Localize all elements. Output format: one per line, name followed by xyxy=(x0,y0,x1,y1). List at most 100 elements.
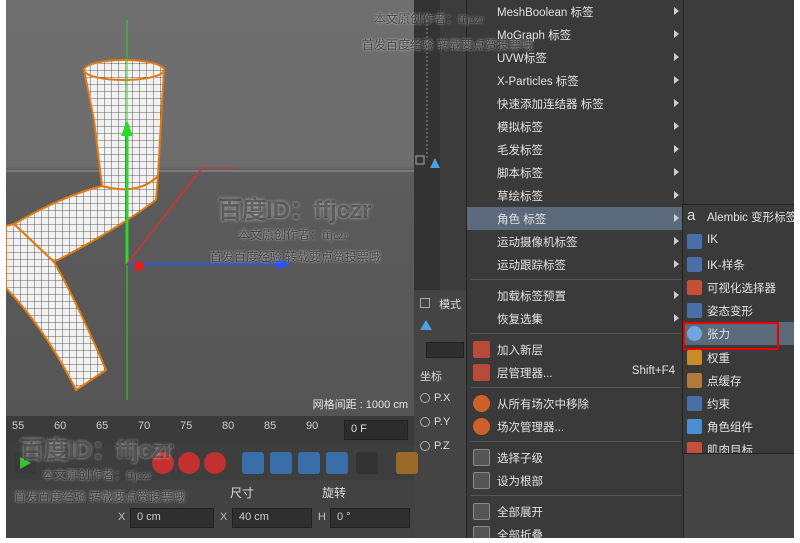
timeline-tick: 85 xyxy=(264,420,277,432)
tree-lines xyxy=(415,20,440,168)
viewport[interactable]: 网格间距 : 1000 cm xyxy=(6,0,414,416)
menu-item-label: 运动摄像机标签 xyxy=(497,237,578,249)
menu-item-take-manager[interactable]: 场次管理器... xyxy=(467,415,685,438)
record-icon[interactable] xyxy=(152,452,174,474)
menu-item-label: 快速添加连结器 标签 xyxy=(497,99,604,111)
submenu-arrow-icon xyxy=(674,99,679,107)
rotate-icon[interactable] xyxy=(298,452,320,474)
film-icon[interactable] xyxy=(396,452,418,474)
menu-item-select-children[interactable]: 选择子级 xyxy=(467,446,685,469)
menu-item-remove-from-all-takes[interactable]: 从所有场次中移除 xyxy=(467,392,685,415)
submenu-arrow-icon xyxy=(674,145,679,153)
menu-item-motion-tracking-tags[interactable]: 运动跟踪标签 xyxy=(467,253,685,276)
submenu-item-point-cache[interactable]: 点缓存 xyxy=(683,369,794,392)
submenu-item-weight[interactable]: 权重 xyxy=(683,346,794,369)
submenu-item-alembic-morph[interactable]: a Alembic 变形标签 xyxy=(683,205,794,228)
submenu-item-constraint[interactable]: 约束 xyxy=(683,392,794,415)
menu-item-set-as-root[interactable]: 设为根部 xyxy=(467,469,685,492)
menu-item-label: 模拟标签 xyxy=(497,122,543,134)
menu-item-restore-selection[interactable]: 恢复选集 xyxy=(467,307,685,330)
coord-tab[interactable]: 坐标 xyxy=(420,368,442,384)
menu-item-label: 从所有场次中移除 xyxy=(497,399,589,411)
submenu-arrow-icon xyxy=(674,237,679,245)
timeline[interactable]: 55 60 65 70 75 80 85 90 0 F xyxy=(6,416,414,446)
menu-item-label: 运动跟踪标签 xyxy=(497,260,566,272)
menu-item-expand-all[interactable]: 全部展开 xyxy=(467,500,685,523)
scale-icon[interactable] xyxy=(270,452,292,474)
submenu-item-tension[interactable]: 张力 xyxy=(683,322,794,350)
select-children-icon xyxy=(473,449,490,466)
menu-item-mograph-tags[interactable]: MoGraph 标签 xyxy=(467,23,685,46)
menu-item-motion-camera-tags[interactable]: 运动摄像机标签 xyxy=(467,230,685,253)
timeline-tick: 60 xyxy=(54,420,67,432)
coordinates-panel: 尺寸 旋转 X 0 cm X 40 cm H 0 ° xyxy=(6,480,414,538)
bent-tube-model[interactable] xyxy=(6,0,414,416)
submenu-item-visual-selector[interactable]: 可视化选择器 xyxy=(683,276,794,299)
px-radio[interactable] xyxy=(420,393,430,404)
menu-item-simulation-tags[interactable]: 模拟标签 xyxy=(467,115,685,138)
menu-item-hair-tags[interactable]: 毛发标签 xyxy=(467,138,685,161)
menu-item-sketch-tags[interactable]: 草绘标签 xyxy=(467,184,685,207)
submenu-arrow-icon xyxy=(674,191,679,199)
menu-shortcut: Shift+F4 xyxy=(631,365,675,377)
weight-icon xyxy=(687,350,702,365)
attr-object-row xyxy=(420,320,432,333)
menu-item-label: X-Particles 标签 xyxy=(497,76,579,88)
menu-item-uvw-tags[interactable]: UVW标签 xyxy=(467,46,685,69)
menu-item-collapse-all[interactable]: 全部折叠 xyxy=(467,523,685,538)
menu-item-meshboolean-tags[interactable]: MeshBoolean 标签 xyxy=(467,0,685,23)
auto-key-icon[interactable] xyxy=(178,452,200,474)
pz-radio[interactable] xyxy=(420,441,430,452)
menu-item-load-tag-preset[interactable]: 加载标签预置 xyxy=(467,284,685,307)
menu-item-script-tags[interactable]: 脚本标签 xyxy=(467,161,685,184)
menu-item-label: 加载标签预置 xyxy=(497,291,566,303)
menu-item-label: 草绘标签 xyxy=(497,191,543,203)
menu-item-xparticles-tags[interactable]: X-Particles 标签 xyxy=(467,69,685,92)
attr-px-row[interactable]: P.X xyxy=(420,392,450,404)
submenu-arrow-icon xyxy=(674,214,679,222)
menu-item-quick-connector-tags[interactable]: 快速添加连结器 标签 xyxy=(467,92,685,115)
submenu-item-pose-morph[interactable]: 姿态变形 xyxy=(683,299,794,322)
submenu-item-label: IK xyxy=(707,234,718,246)
menu-item-label: 恢复选集 xyxy=(497,314,543,326)
x-size-field[interactable]: 40 cm xyxy=(232,508,312,528)
expand-all-icon xyxy=(473,503,490,520)
menu-item-character-tags[interactable]: 角色 标签 xyxy=(467,207,685,230)
current-frame-field[interactable]: 0 F xyxy=(344,420,408,440)
submenu-item-muscle-target[interactable]: 肌肉目标 xyxy=(683,438,794,453)
move-icon[interactable] xyxy=(242,452,264,474)
help-icon[interactable] xyxy=(204,452,226,474)
menu-item-label: MoGraph 标签 xyxy=(497,30,572,42)
dots-grid-icon[interactable] xyxy=(356,452,378,474)
visual-selector-icon xyxy=(687,280,702,295)
menu-item-layer-manager[interactable]: 层管理器... Shift+F4 xyxy=(467,361,685,384)
submenu-item-label: 权重 xyxy=(707,353,730,365)
attr-pz-row[interactable]: P.Z xyxy=(420,440,450,452)
menu-item-label: 全部展开 xyxy=(497,507,543,519)
submenu-item-ik[interactable]: IK xyxy=(683,230,794,253)
submenu-arrow-icon xyxy=(674,76,679,84)
submenu-item-label: Alembic 变形标签 xyxy=(707,212,794,224)
param-icon[interactable] xyxy=(326,452,348,474)
menu-item-add-new-layer[interactable]: 加入新层 xyxy=(467,338,685,361)
py-label: P.Y xyxy=(434,416,451,428)
submenu-item-ik-spline[interactable]: IK-样条 xyxy=(683,253,794,276)
attr-tab-button[interactable] xyxy=(426,342,464,358)
new-layer-icon xyxy=(473,341,490,358)
x-position-label: X xyxy=(118,511,126,523)
h-rotation-field[interactable]: 0 ° xyxy=(330,508,410,528)
remove-take-icon xyxy=(473,395,490,412)
submenu-item-character-component[interactable]: 角色组件 xyxy=(683,415,794,438)
submenu-arrow-icon xyxy=(674,53,679,61)
menu-item-label: 选择子级 xyxy=(497,453,543,465)
muscle-target-icon xyxy=(687,442,702,453)
attr-py-row[interactable]: P.Y xyxy=(420,416,450,428)
attr-mode-row: 模式 xyxy=(420,296,461,312)
py-radio[interactable] xyxy=(420,417,430,428)
play-icon[interactable] xyxy=(14,452,36,474)
x-position-field[interactable]: 0 cm xyxy=(130,508,214,528)
cinema4d-window: 网格间距 : 1000 cm 模式 坐标 P.X P.Y P.Z 55 60 6… xyxy=(6,0,794,538)
submenu-arrow-icon xyxy=(674,122,679,130)
timeline-tick: 70 xyxy=(138,420,151,432)
size-header: 尺寸 xyxy=(230,486,255,500)
